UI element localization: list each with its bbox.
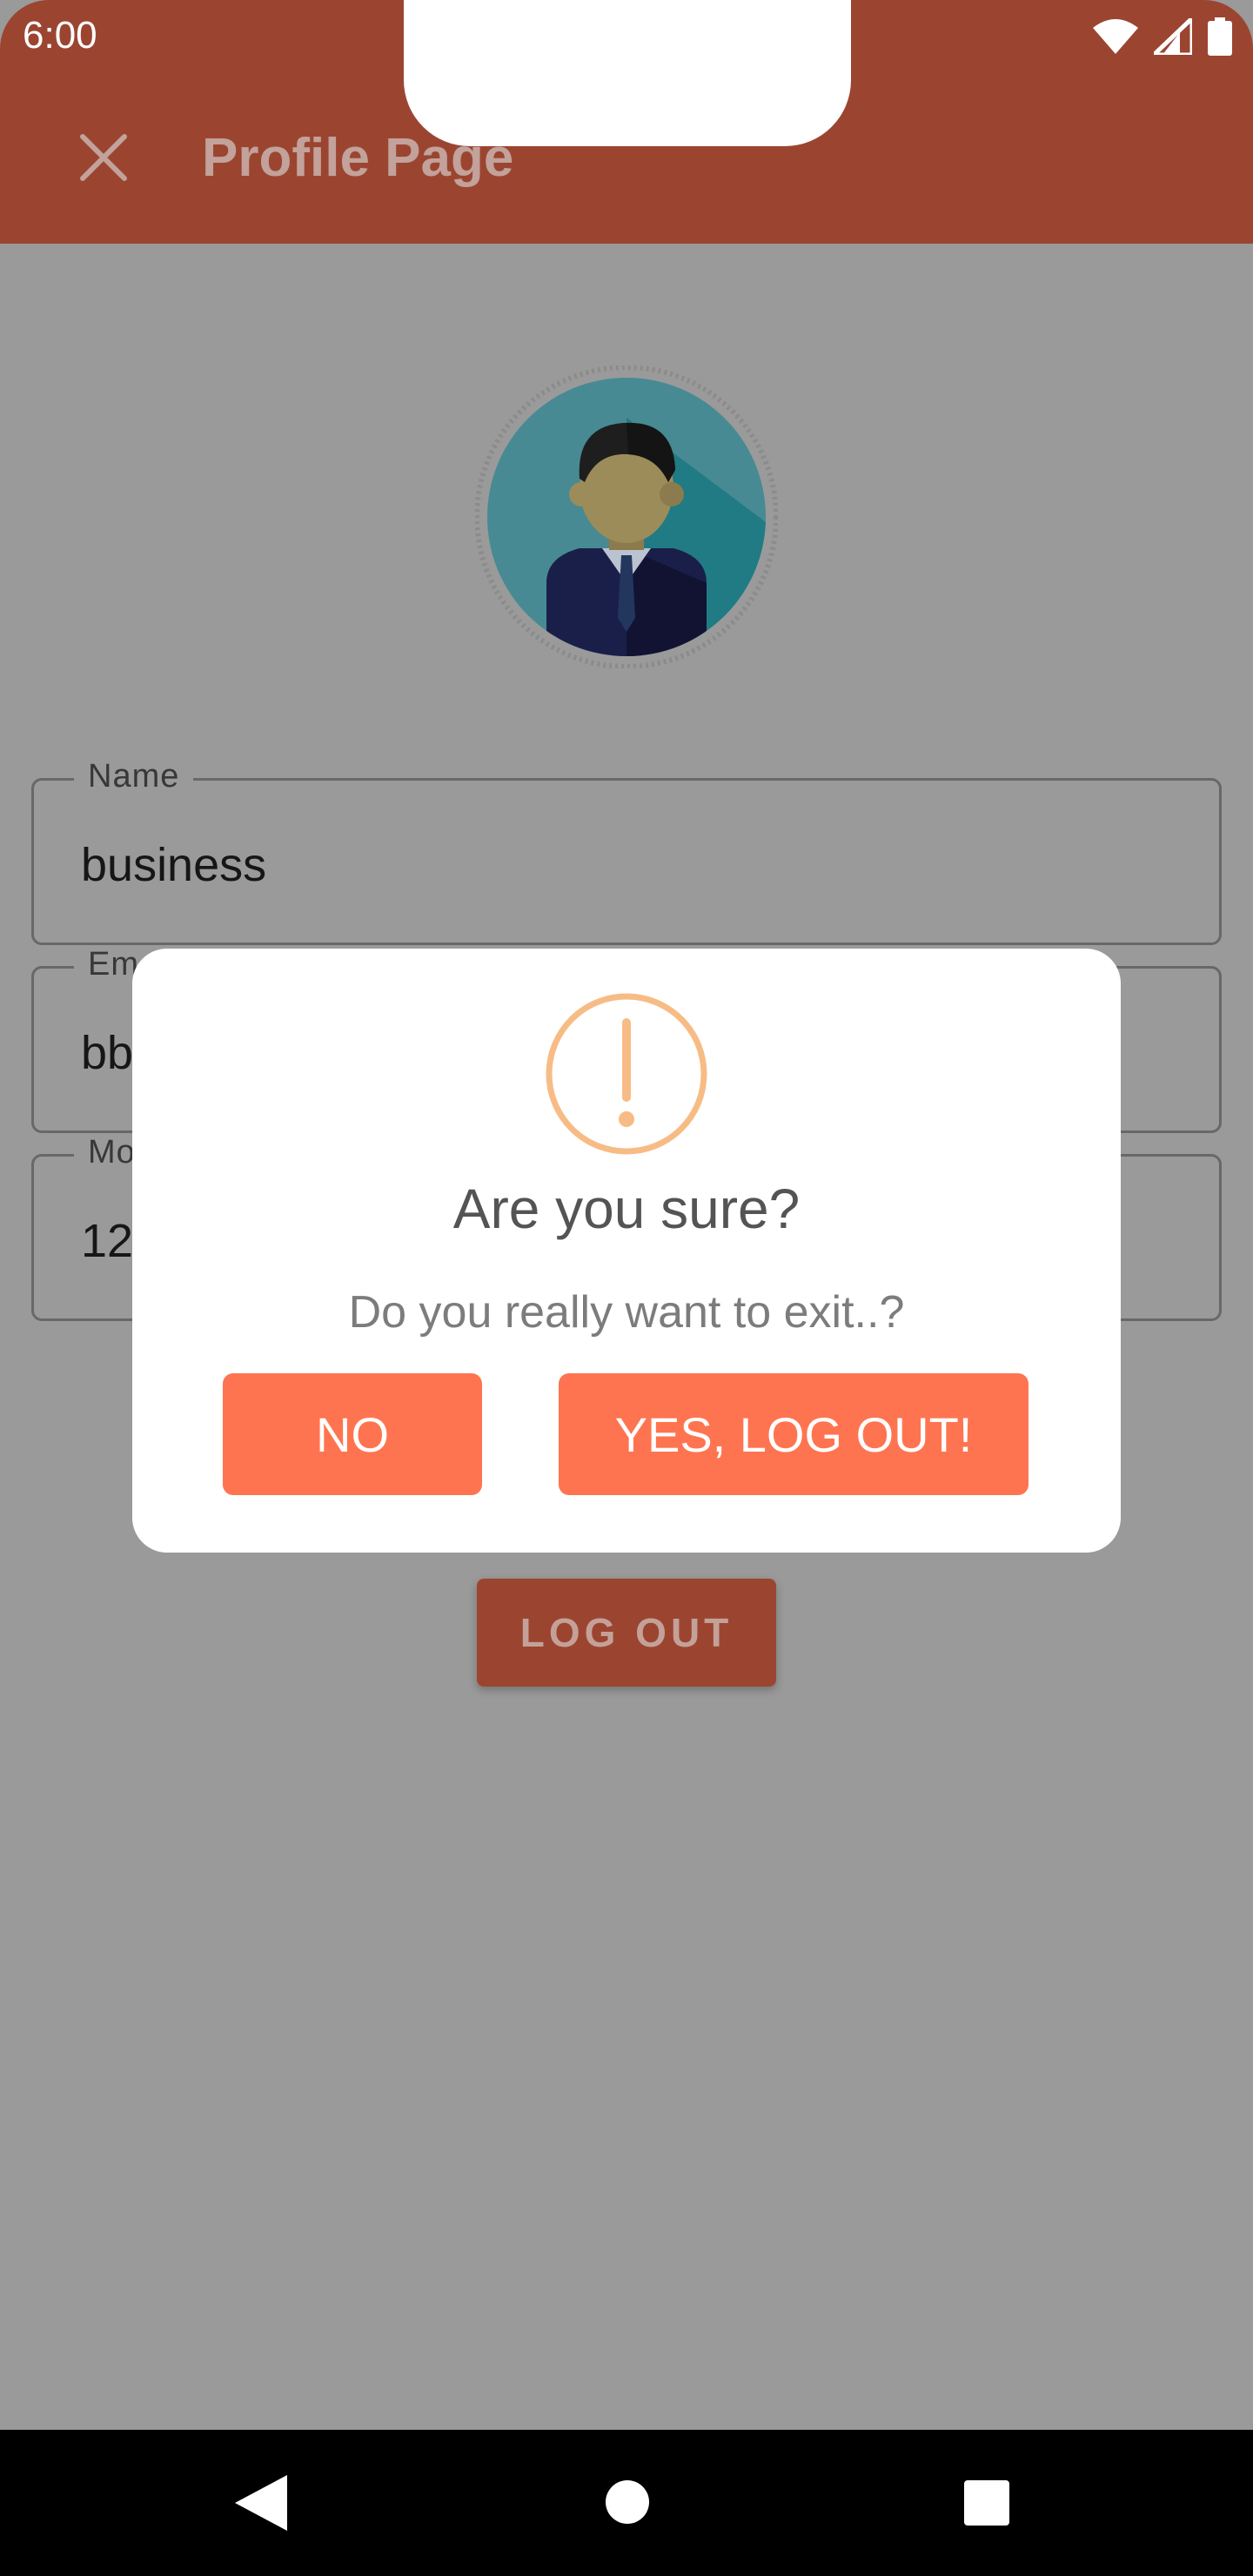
dialog-title: Are you sure? (452, 1177, 801, 1240)
home-icon[interactable] (606, 2480, 649, 2524)
name-field-label: Name (74, 758, 194, 795)
recents-icon[interactable] (964, 2480, 1009, 2526)
wifi-icon (1093, 19, 1138, 54)
close-button[interactable] (70, 124, 137, 191)
battery-icon (1208, 17, 1232, 56)
name-field-value[interactable]: business (81, 838, 266, 892)
warning-icon (546, 993, 707, 1155)
camera-notch (404, 0, 851, 146)
confirm-dialog: Are you sure? Do you really want to exit… (132, 949, 1121, 1553)
signal-icon (1154, 18, 1192, 55)
status-time: 6:00 (23, 14, 97, 57)
dialog-message: Do you really want to exit..? (348, 1287, 905, 1338)
businessman-avatar-icon (474, 365, 779, 669)
avatar[interactable] (474, 365, 779, 669)
close-icon (80, 134, 127, 181)
system-nav-bar (0, 2430, 1253, 2576)
app-bar: 6:00 Profile Page (0, 0, 1253, 244)
yes-logout-button[interactable]: YES, LOG OUT! (559, 1373, 1029, 1495)
name-field[interactable]: Name business (31, 758, 1222, 945)
page-title: Profile Page (202, 128, 514, 188)
back-icon[interactable] (235, 2475, 287, 2531)
no-button[interactable]: NO (223, 1373, 482, 1495)
status-icons (1093, 17, 1232, 56)
email-field-value[interactable]: bb (81, 1026, 133, 1080)
logout-button[interactable]: LOG OUT (477, 1579, 776, 1687)
mobile-field-value[interactable]: 12 (81, 1214, 133, 1268)
